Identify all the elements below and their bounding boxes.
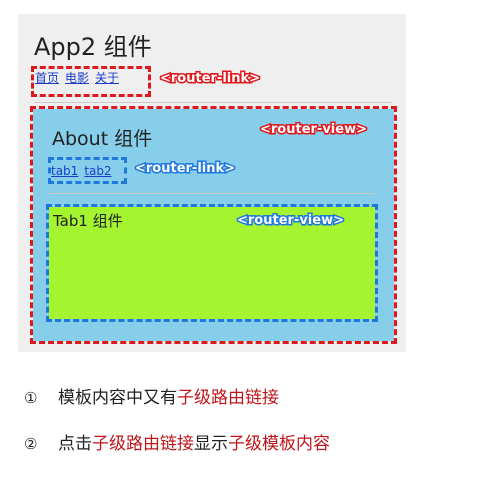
note-2: ② 点击子级路由链接显示子级模板内容: [24, 434, 330, 454]
app2-component: App2 组件 首页 电影 关于 <router-link> About 组件 ta…: [18, 14, 406, 352]
app-divider: [34, 102, 392, 103]
app-router-view-outline: [30, 106, 397, 344]
note-2-text-b: 显示: [194, 434, 228, 454]
diagram: App2 组件 首页 电影 关于 <router-link> About 组件 ta…: [0, 0, 492, 493]
app-router-link-tag: <router-link>: [158, 70, 261, 88]
note-2-highlight-a: 子级路由链接: [92, 434, 194, 454]
note-2-highlight-b: 子级模板内容: [228, 434, 330, 454]
app-router-view-tag: <router-view>: [259, 121, 369, 139]
note-2-text-a: 点击: [58, 434, 92, 454]
note-2-number: ②: [24, 435, 38, 453]
note-1-highlight: 子级路由链接: [177, 388, 279, 408]
app-router-link-outline: [31, 66, 151, 97]
notes-list: ① 模板内容中又有子级路由链接 ② 点击子级路由链接显示子级模板内容: [24, 388, 330, 480]
note-1-number: ①: [24, 389, 38, 407]
app2-title: App2 组件: [34, 33, 152, 61]
note-1: ① 模板内容中又有子级路由链接: [24, 388, 330, 408]
note-1-text-a: 模板内容中又有: [58, 388, 177, 408]
